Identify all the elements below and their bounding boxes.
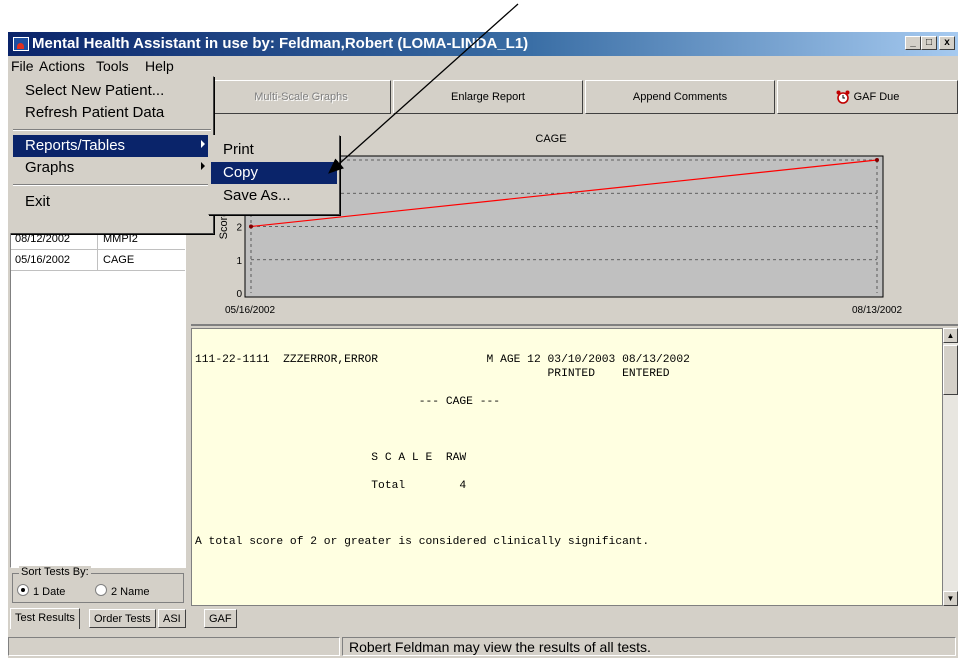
x-tick-label: 08/13/2002 bbox=[852, 305, 902, 316]
menu-file[interactable]: File bbox=[11, 58, 34, 74]
menu-item-graphs[interactable]: Graphs bbox=[13, 157, 211, 179]
report-text: 111-22-1111 ZZZERROR,ERROR M AGE 12 03/1… bbox=[195, 354, 690, 548]
scroll-up-arrow-icon[interactable]: ▲ bbox=[943, 328, 958, 343]
radio-circle-icon bbox=[95, 584, 107, 596]
maximize-button[interactable]: □ bbox=[921, 36, 937, 50]
minimize-button[interactable]: _ bbox=[905, 36, 921, 50]
scroll-down-arrow-icon[interactable]: ▼ bbox=[943, 591, 958, 606]
tab-test-results[interactable]: Test Results bbox=[10, 608, 80, 629]
menu-separator bbox=[13, 129, 211, 131]
menu-item-exit[interactable]: Exit bbox=[13, 191, 211, 213]
submenu-arrow-icon bbox=[201, 140, 205, 148]
data-point bbox=[249, 224, 253, 229]
chart-title: CAGE bbox=[535, 133, 566, 145]
gaf-due-button[interactable]: GAF Due bbox=[777, 80, 958, 114]
enlarge-report-button[interactable]: Enlarge Report bbox=[393, 80, 583, 114]
y-tick-label: 0 bbox=[236, 289, 242, 300]
sort-date-radio[interactable]: 1 Date bbox=[17, 584, 65, 598]
menu-actions[interactable]: Actions bbox=[39, 58, 85, 74]
test-name: CAGE bbox=[103, 254, 135, 266]
menu-item-select-new-patient[interactable]: Select New Patient... bbox=[13, 80, 211, 102]
report-view[interactable]: 111-22-1111 ZZZERROR,ERROR M AGE 12 03/1… bbox=[191, 328, 943, 606]
test-date: 08/12/2002 bbox=[15, 233, 71, 245]
toolbar: Multi-Scale Graphs Enlarge Report Append… bbox=[211, 80, 958, 114]
table-row[interactable]: 05/16/2002 CAGE bbox=[11, 250, 185, 271]
data-point bbox=[875, 158, 879, 162]
tab-strip: Test Results Order Tests ASI GAF bbox=[8, 608, 958, 630]
menu-tools[interactable]: Tools bbox=[96, 58, 129, 74]
app-icon bbox=[13, 37, 29, 51]
tab-order-tests[interactable]: Order Tests bbox=[89, 609, 156, 628]
test-date: 05/16/2002 bbox=[15, 254, 71, 266]
y-tick-label: 2 bbox=[236, 223, 242, 234]
submenu-arrow-icon bbox=[201, 162, 205, 170]
sort-label: Sort Tests By: bbox=[19, 566, 91, 578]
tab-gaf[interactable]: GAF bbox=[204, 609, 237, 628]
scroll-thumb[interactable] bbox=[943, 345, 958, 395]
menu-item-save-as[interactable]: Save As... bbox=[211, 185, 337, 207]
sort-name-radio[interactable]: 2 Name bbox=[95, 584, 150, 598]
window-title: Mental Health Assistant in use by: Feldm… bbox=[32, 35, 529, 52]
menu-item-copy[interactable]: Copy bbox=[211, 162, 337, 184]
append-comments-button[interactable]: Append Comments bbox=[585, 80, 775, 114]
multiscale-graphs-button[interactable]: Multi-Scale Graphs bbox=[211, 80, 391, 114]
menu-item-reports-tables[interactable]: Reports/Tables bbox=[13, 135, 211, 157]
report-scrollbar[interactable]: ▲ ▼ bbox=[943, 328, 958, 606]
x-tick-label: 05/16/2002 bbox=[225, 305, 275, 316]
menu-item-print[interactable]: Print bbox=[211, 139, 337, 161]
title-bar: Mental Health Assistant in use by: Feldm… bbox=[8, 32, 958, 56]
test-name: MMPI2 bbox=[103, 233, 138, 245]
app-window: Mental Health Assistant in use by: Feldm… bbox=[8, 32, 958, 658]
file-menu: Select New Patient... Refresh Patient Da… bbox=[10, 76, 214, 234]
reports-submenu: Print Copy Save As... bbox=[208, 135, 340, 215]
tab-asi[interactable]: ASI bbox=[158, 609, 186, 628]
menu-item-refresh-patient-data[interactable]: Refresh Patient Data bbox=[13, 102, 211, 124]
menu-separator bbox=[13, 184, 211, 186]
sort-group: Sort Tests By: 1 Date 2 Name bbox=[12, 566, 184, 603]
status-message: Robert Feldman may view the results of a… bbox=[342, 637, 956, 656]
radio-dot-icon bbox=[17, 584, 29, 596]
alarm-clock-icon bbox=[836, 90, 850, 104]
menu-bar: File Actions Tools Help bbox=[8, 56, 958, 76]
menu-help[interactable]: Help bbox=[145, 58, 174, 74]
status-panel-left bbox=[8, 637, 340, 656]
close-button[interactable]: x bbox=[939, 36, 955, 50]
y-tick-label: 1 bbox=[236, 256, 242, 267]
status-bar: Robert Feldman may view the results of a… bbox=[8, 636, 958, 658]
